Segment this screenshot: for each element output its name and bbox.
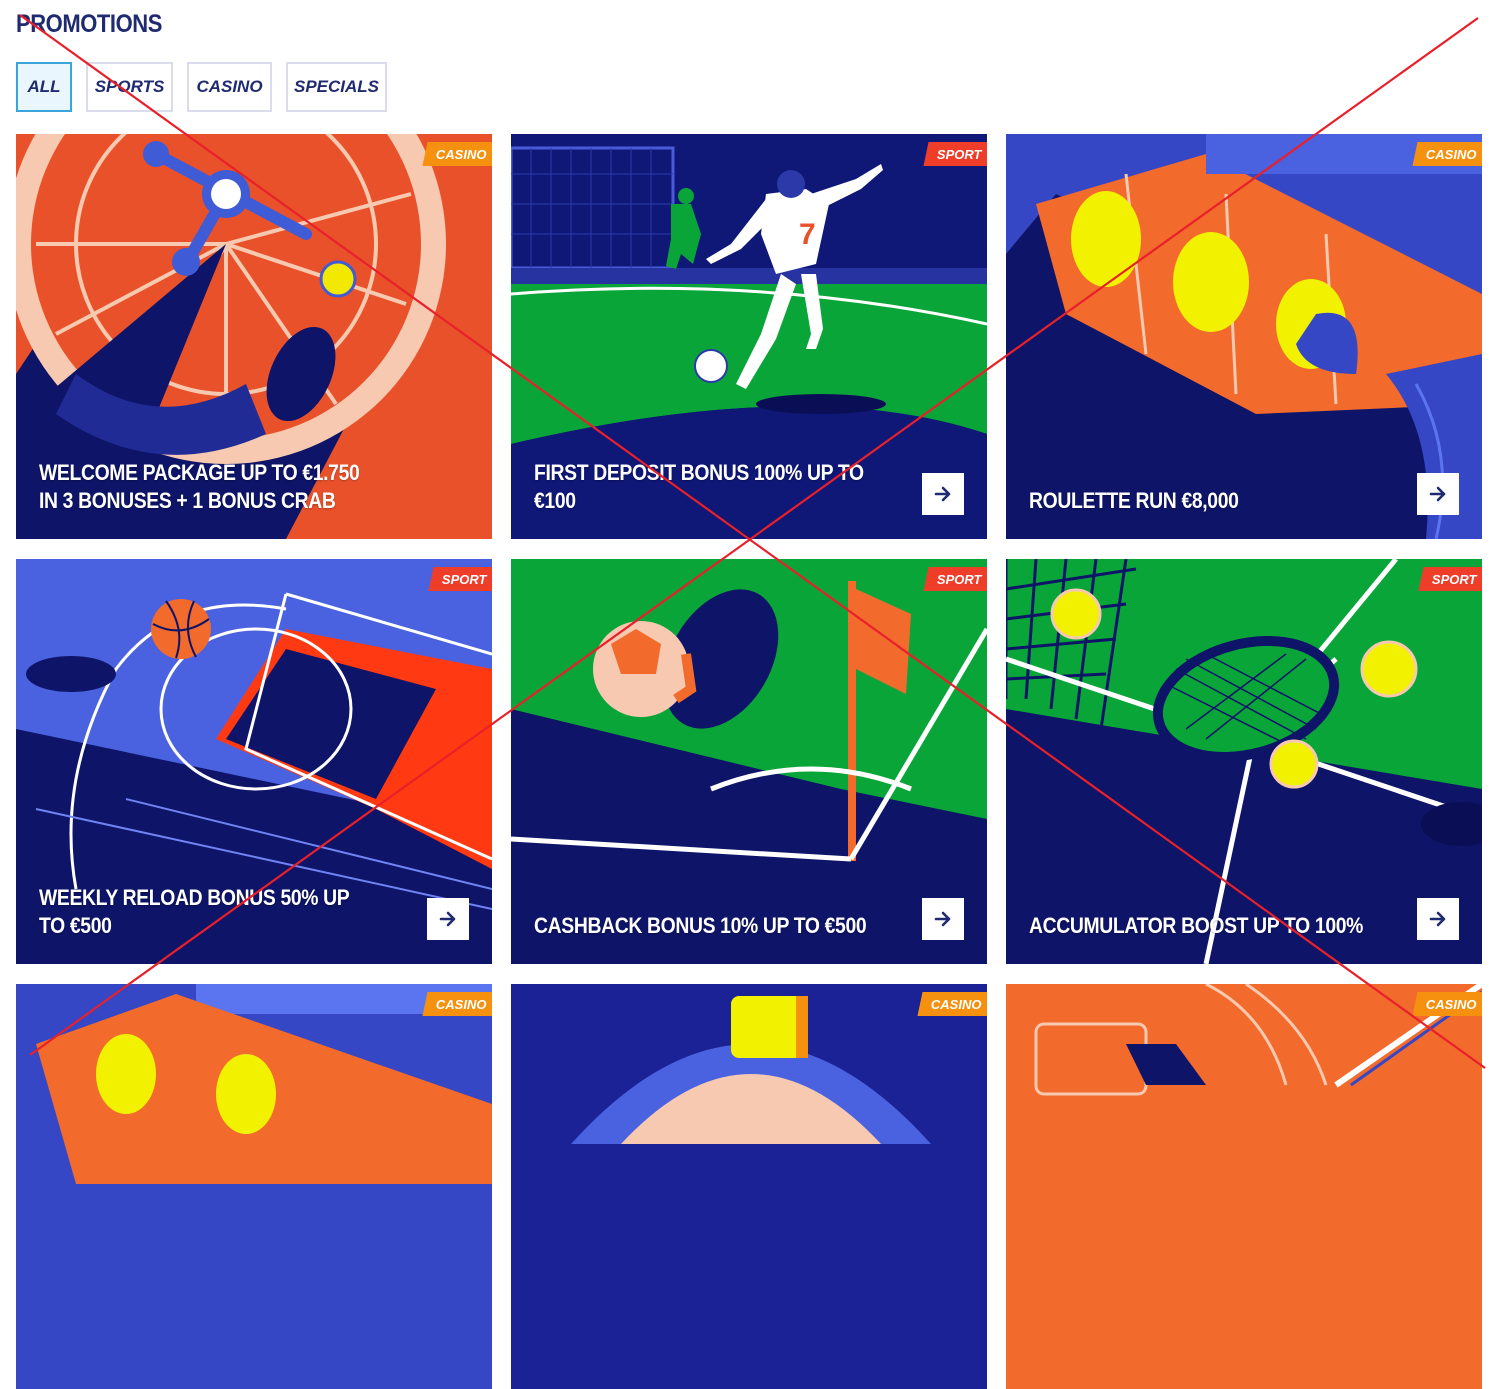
promo-card-weekly-reload[interactable]: SPORT WEEKLY RELOAD BONUS 50% UP TO €500 xyxy=(16,559,492,964)
promo-card-slots[interactable]: CASINO xyxy=(16,984,492,1389)
filter-casino[interactable]: CASINO xyxy=(187,62,272,112)
tennis-illustration xyxy=(1006,559,1482,964)
slot-reels-illustration xyxy=(16,984,492,1389)
slot-reels-illustration xyxy=(1006,134,1482,539)
casino-button-illustration xyxy=(511,984,987,1389)
roulette-table-illustration xyxy=(1006,984,1482,1389)
arrow-right-icon[interactable] xyxy=(427,898,469,940)
promo-title: ACCUMULATOR BOOST UP TO 100% xyxy=(1029,913,1364,938)
promo-title: WEEKLY RELOAD BONUS 50% UP TO €500 xyxy=(39,885,350,938)
promo-card-casino-button[interactable]: CASINO xyxy=(511,984,987,1389)
filter-all[interactable]: ALL xyxy=(16,62,72,112)
casino-tag: CASINO xyxy=(1412,992,1482,1016)
promo-title: FIRST DEPOSIT BONUS 100% UP TO €100 xyxy=(534,460,864,513)
promo-card-roulette-run[interactable]: CASINO ROULETTE RUN €8,000 xyxy=(1006,134,1482,539)
arrow-right-icon[interactable] xyxy=(922,898,964,940)
casino-tag: CASINO xyxy=(1412,142,1482,166)
football-corner-illustration xyxy=(511,559,987,964)
casino-tag: CASINO xyxy=(917,992,987,1016)
arrow-right-icon[interactable] xyxy=(1417,473,1459,515)
arrow-right-icon[interactable] xyxy=(922,473,964,515)
promo-title: ROULETTE RUN €8,000 xyxy=(1029,488,1239,513)
sport-tag: SPORT xyxy=(1418,567,1482,591)
page-title: PROMOTIONS xyxy=(16,10,162,38)
svg-text:7: 7 xyxy=(799,218,816,251)
casino-tag: CASINO xyxy=(422,992,492,1016)
promo-title: WELCOME PACKAGE UP TO €1.750 IN 3 BONUSE… xyxy=(39,460,360,513)
promo-card-accumulator-boost[interactable]: SPORT ACCUMULATOR BOOST UP TO 100% xyxy=(1006,559,1482,964)
promo-card-welcome-package[interactable]: CASINO WELCOME PACKAGE UP TO €1.750 IN 3… xyxy=(16,134,492,539)
sport-tag: SPORT xyxy=(923,567,987,591)
arrow-right-icon[interactable] xyxy=(1417,898,1459,940)
casino-tag: CASINO xyxy=(422,142,492,166)
filter-sports[interactable]: SPORTS xyxy=(86,62,173,112)
promo-title: CASHBACK BONUS 10% UP TO €500 xyxy=(534,913,867,938)
promo-card-roulette-table[interactable]: CASINO xyxy=(1006,984,1482,1389)
filter-specials[interactable]: SPECIALS xyxy=(286,62,387,112)
promo-card-cashback[interactable]: SPORT CASHBACK BONUS 10% UP TO €500 xyxy=(511,559,987,964)
sport-tag: SPORT xyxy=(923,142,987,166)
sport-tag: SPORT xyxy=(428,567,492,591)
promo-card-first-deposit[interactable]: 7 SPORT FIRST DEPOSIT BONUS 100% UP TO €… xyxy=(511,134,987,539)
